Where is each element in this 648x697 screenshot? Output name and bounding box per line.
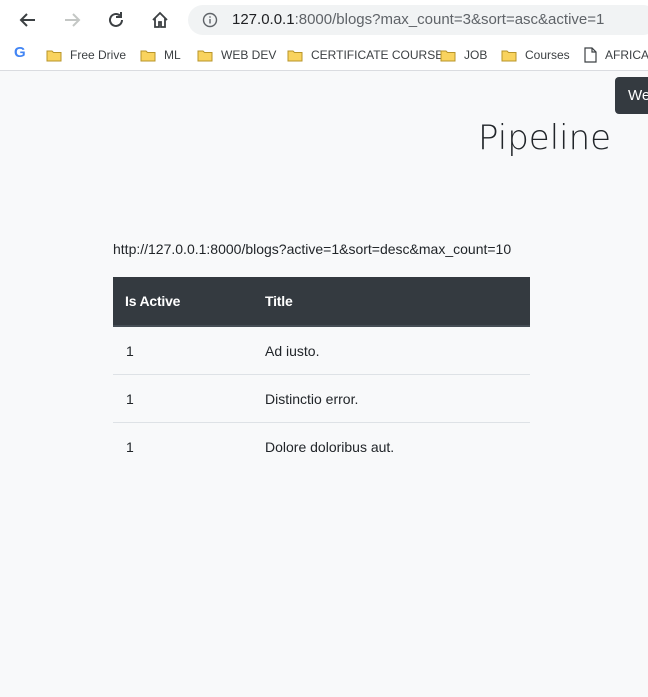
- table-row: 1 Ad iusto.: [113, 326, 530, 375]
- cell-is-active: 1: [113, 326, 252, 375]
- bookmark-courses[interactable]: Courses: [501, 46, 570, 64]
- browser-toolbar: 127.0.0.1:8000/blogs?max_count=3&sort=as…: [0, 0, 648, 40]
- reload-icon[interactable]: [102, 6, 130, 34]
- folder-icon: [46, 50, 62, 61]
- back-icon[interactable]: [14, 6, 42, 34]
- forward-icon[interactable]: [58, 6, 86, 34]
- table-row: 1 Distinctio error.: [113, 374, 530, 423]
- info-icon[interactable]: [202, 12, 218, 28]
- bookmark-africai[interactable]: AFRICAI: [584, 46, 648, 64]
- folder-icon: [501, 50, 517, 61]
- table-header-row: Is Active Title: [113, 277, 530, 327]
- cell-is-active: 1: [113, 374, 252, 423]
- folder-icon: [440, 50, 456, 61]
- folder-icon: [287, 50, 303, 61]
- api-link[interactable]: http://127.0.0.1:8000/blogs?active=1&sor…: [113, 241, 511, 257]
- bookmark-free-drive[interactable]: Free Drive: [46, 46, 126, 64]
- column-header-is-active[interactable]: Is Active: [113, 277, 252, 327]
- bookmark-certificate-course[interactable]: CERTIFICATE COURSE: [287, 46, 443, 64]
- folder-icon: [140, 50, 156, 61]
- bookmark-ml[interactable]: ML: [140, 46, 181, 64]
- google-icon[interactable]: G: [14, 45, 30, 61]
- bookmark-web-dev[interactable]: WEB DEV: [197, 46, 276, 64]
- home-icon[interactable]: [146, 6, 174, 34]
- cell-title: Distinctio error.: [252, 374, 530, 423]
- column-header-title[interactable]: Title: [252, 277, 530, 327]
- folder-icon: [197, 50, 213, 61]
- bookmarks-bar: Free Drive ML WEB DEV CERTIFICATE COURSE…: [0, 40, 648, 71]
- toast-message: We: [615, 77, 648, 114]
- bookmark-job[interactable]: JOB: [440, 46, 487, 64]
- table-row: 1 Dolore doloribus aut.: [113, 423, 530, 471]
- blogs-table: Is Active Title 1 Ad iusto. 1 Distinctio…: [113, 277, 530, 470]
- page-title: Pipeline: [478, 118, 612, 158]
- url-text: 127.0.0.1:8000/blogs?max_count=3&sort=as…: [232, 11, 605, 28]
- page-icon: [584, 47, 597, 63]
- cell-title: Dolore doloribus aut.: [265, 438, 395, 455]
- cell-is-active: 1: [126, 438, 134, 455]
- cell-title: Ad iusto.: [252, 326, 530, 375]
- address-bar[interactable]: 127.0.0.1:8000/blogs?max_count=3&sort=as…: [188, 5, 648, 35]
